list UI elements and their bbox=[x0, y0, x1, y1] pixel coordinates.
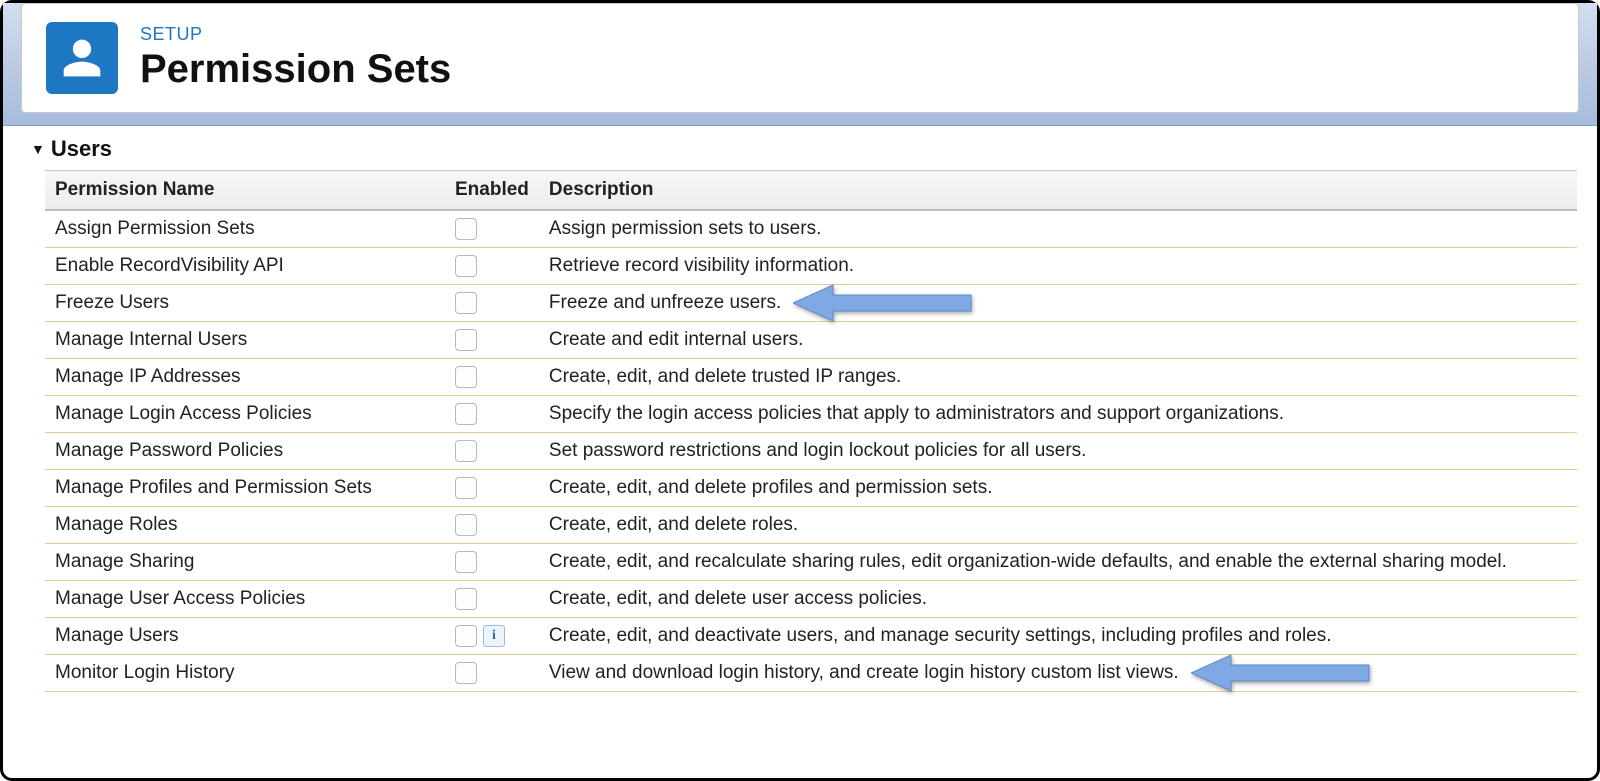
permission-name: Manage Password Policies bbox=[45, 433, 445, 470]
enabled-checkbox[interactable] bbox=[455, 366, 477, 388]
table-row: Assign Permission Sets Assign permission … bbox=[45, 210, 1577, 248]
permission-name: Monitor Login History bbox=[45, 655, 445, 692]
table-row: Manage Internal Users Create and edit int… bbox=[45, 322, 1577, 359]
table-row: Enable RecordVisibility API Retrieve reco… bbox=[45, 248, 1577, 285]
enabled-checkbox[interactable] bbox=[455, 403, 477, 425]
permission-description: Assign permission sets to users. bbox=[539, 210, 1577, 248]
permission-description: Create, edit, and delete roles. bbox=[539, 507, 1577, 544]
permission-name: Freeze Users bbox=[45, 285, 445, 322]
table-row: Manage Profiles and Permission Sets Creat… bbox=[45, 470, 1577, 507]
page-header-card: SETUP Permission Sets bbox=[21, 3, 1579, 113]
page-banner: SETUP Permission Sets bbox=[3, 3, 1597, 126]
col-header-description[interactable]: Description bbox=[539, 171, 1577, 211]
enabled-checkbox[interactable] bbox=[455, 625, 477, 647]
enabled-checkbox[interactable] bbox=[455, 551, 477, 573]
table-row: Freeze Users Freeze and unfreeze users. bbox=[45, 285, 1577, 322]
enabled-checkbox[interactable] bbox=[455, 255, 477, 277]
permission-name: Enable RecordVisibility API bbox=[45, 248, 445, 285]
permission-description: Create, edit, and recalculate sharing ru… bbox=[539, 544, 1577, 581]
permission-description-text: Create, edit, and delete roles. bbox=[549, 514, 798, 535]
enabled-checkbox[interactable] bbox=[455, 477, 477, 499]
enabled-checkbox[interactable] bbox=[455, 329, 477, 351]
permission-description: Create, edit, and delete profiles and pe… bbox=[539, 470, 1577, 507]
table-row: Monitor Login History View and download l… bbox=[45, 655, 1577, 692]
enabled-checkbox[interactable] bbox=[455, 662, 477, 684]
permission-description: Set password restrictions and login lock… bbox=[539, 433, 1577, 470]
permission-description: Create, edit, and deactivate users, and … bbox=[539, 618, 1577, 655]
permission-name: Manage Internal Users bbox=[45, 322, 445, 359]
enabled-checkbox[interactable] bbox=[455, 440, 477, 462]
table-row: Manage Password Policies Set password res… bbox=[45, 433, 1577, 470]
permission-enabled-cell bbox=[445, 322, 539, 359]
permission-enabled-cell bbox=[445, 210, 539, 248]
permission-description: Retrieve record visibility information. bbox=[539, 248, 1577, 285]
permission-description-text: Create, edit, and deactivate users, and … bbox=[549, 625, 1332, 646]
permission-name: Manage Roles bbox=[45, 507, 445, 544]
permission-description-text: Specify the login access policies that a… bbox=[549, 403, 1284, 424]
permission-name: Manage Users bbox=[45, 618, 445, 655]
chevron-down-icon: ▼ bbox=[31, 141, 45, 157]
permission-description-text: Freeze and unfreeze users. bbox=[549, 292, 781, 313]
enabled-checkbox[interactable] bbox=[455, 514, 477, 536]
table-row: Manage Login Access Policies Specify the … bbox=[45, 396, 1577, 433]
permission-name: Assign Permission Sets bbox=[45, 210, 445, 248]
section-toggle-users[interactable]: ▼ Users bbox=[31, 132, 1577, 170]
col-header-enabled[interactable]: Enabled bbox=[445, 171, 539, 211]
permission-description-text: Set password restrictions and login lock… bbox=[549, 440, 1087, 461]
page-eyebrow: SETUP bbox=[140, 24, 451, 45]
callout-arrow-icon bbox=[1191, 653, 1371, 693]
col-header-name[interactable]: Permission Name bbox=[45, 171, 445, 211]
permission-enabled-cell: i bbox=[445, 618, 539, 655]
permission-description-text: Create, edit, and delete profiles and pe… bbox=[549, 477, 993, 498]
permissions-table: Permission Name Enabled Description Assi… bbox=[45, 170, 1577, 692]
permission-enabled-cell bbox=[445, 396, 539, 433]
enabled-checkbox[interactable] bbox=[455, 218, 477, 240]
permission-description-text: Retrieve record visibility information. bbox=[549, 255, 854, 276]
table-row: Manage IP Addresses Create, edit, and del… bbox=[45, 359, 1577, 396]
enabled-checkbox[interactable] bbox=[455, 292, 477, 314]
permission-description: Create, edit, and delete user access pol… bbox=[539, 581, 1577, 618]
table-row: Manage User Access Policies Create, edit,… bbox=[45, 581, 1577, 618]
permission-name: Manage IP Addresses bbox=[45, 359, 445, 396]
permission-description: View and download login history, and cre… bbox=[539, 655, 1577, 692]
permission-description-text: Create, edit, and recalculate sharing ru… bbox=[549, 551, 1507, 572]
permission-description: Specify the login access policies that a… bbox=[539, 396, 1577, 433]
permission-enabled-cell bbox=[445, 581, 539, 618]
permission-name: Manage Profiles and Permission Sets bbox=[45, 470, 445, 507]
permission-description-text: Create and edit internal users. bbox=[549, 329, 804, 350]
page-title: Permission Sets bbox=[140, 47, 451, 92]
permission-enabled-cell bbox=[445, 470, 539, 507]
permission-enabled-cell bbox=[445, 544, 539, 581]
permission-enabled-cell bbox=[445, 507, 539, 544]
permission-enabled-cell bbox=[445, 433, 539, 470]
enabled-checkbox[interactable] bbox=[455, 588, 477, 610]
table-row: Manage Roles Create, edit, and delete rol… bbox=[45, 507, 1577, 544]
permission-name: Manage User Access Policies bbox=[45, 581, 445, 618]
permission-description-text: Create, edit, and delete user access pol… bbox=[549, 588, 927, 609]
callout-arrow-icon bbox=[793, 283, 973, 323]
permission-name: Manage Sharing bbox=[45, 544, 445, 581]
permission-description-text: View and download login history, and cre… bbox=[549, 662, 1179, 683]
permission-description: Create, edit, and delete trusted IP rang… bbox=[539, 359, 1577, 396]
permission-description: Create and edit internal users. bbox=[539, 322, 1577, 359]
permission-enabled-cell bbox=[445, 655, 539, 692]
section-title: Users bbox=[51, 136, 112, 162]
permission-description: Freeze and unfreeze users. bbox=[539, 285, 1577, 322]
info-icon[interactable]: i bbox=[483, 625, 505, 647]
permission-name: Manage Login Access Policies bbox=[45, 396, 445, 433]
permission-description-text: Assign permission sets to users. bbox=[549, 218, 821, 239]
permission-sets-icon bbox=[46, 22, 118, 94]
permission-enabled-cell bbox=[445, 248, 539, 285]
table-row: Manage Users i Create, edit, and deactivat… bbox=[45, 618, 1577, 655]
permission-enabled-cell bbox=[445, 285, 539, 322]
permission-enabled-cell bbox=[445, 359, 539, 396]
table-row: Manage Sharing Create, edit, and recalcul… bbox=[45, 544, 1577, 581]
permission-description-text: Create, edit, and delete trusted IP rang… bbox=[549, 366, 901, 387]
